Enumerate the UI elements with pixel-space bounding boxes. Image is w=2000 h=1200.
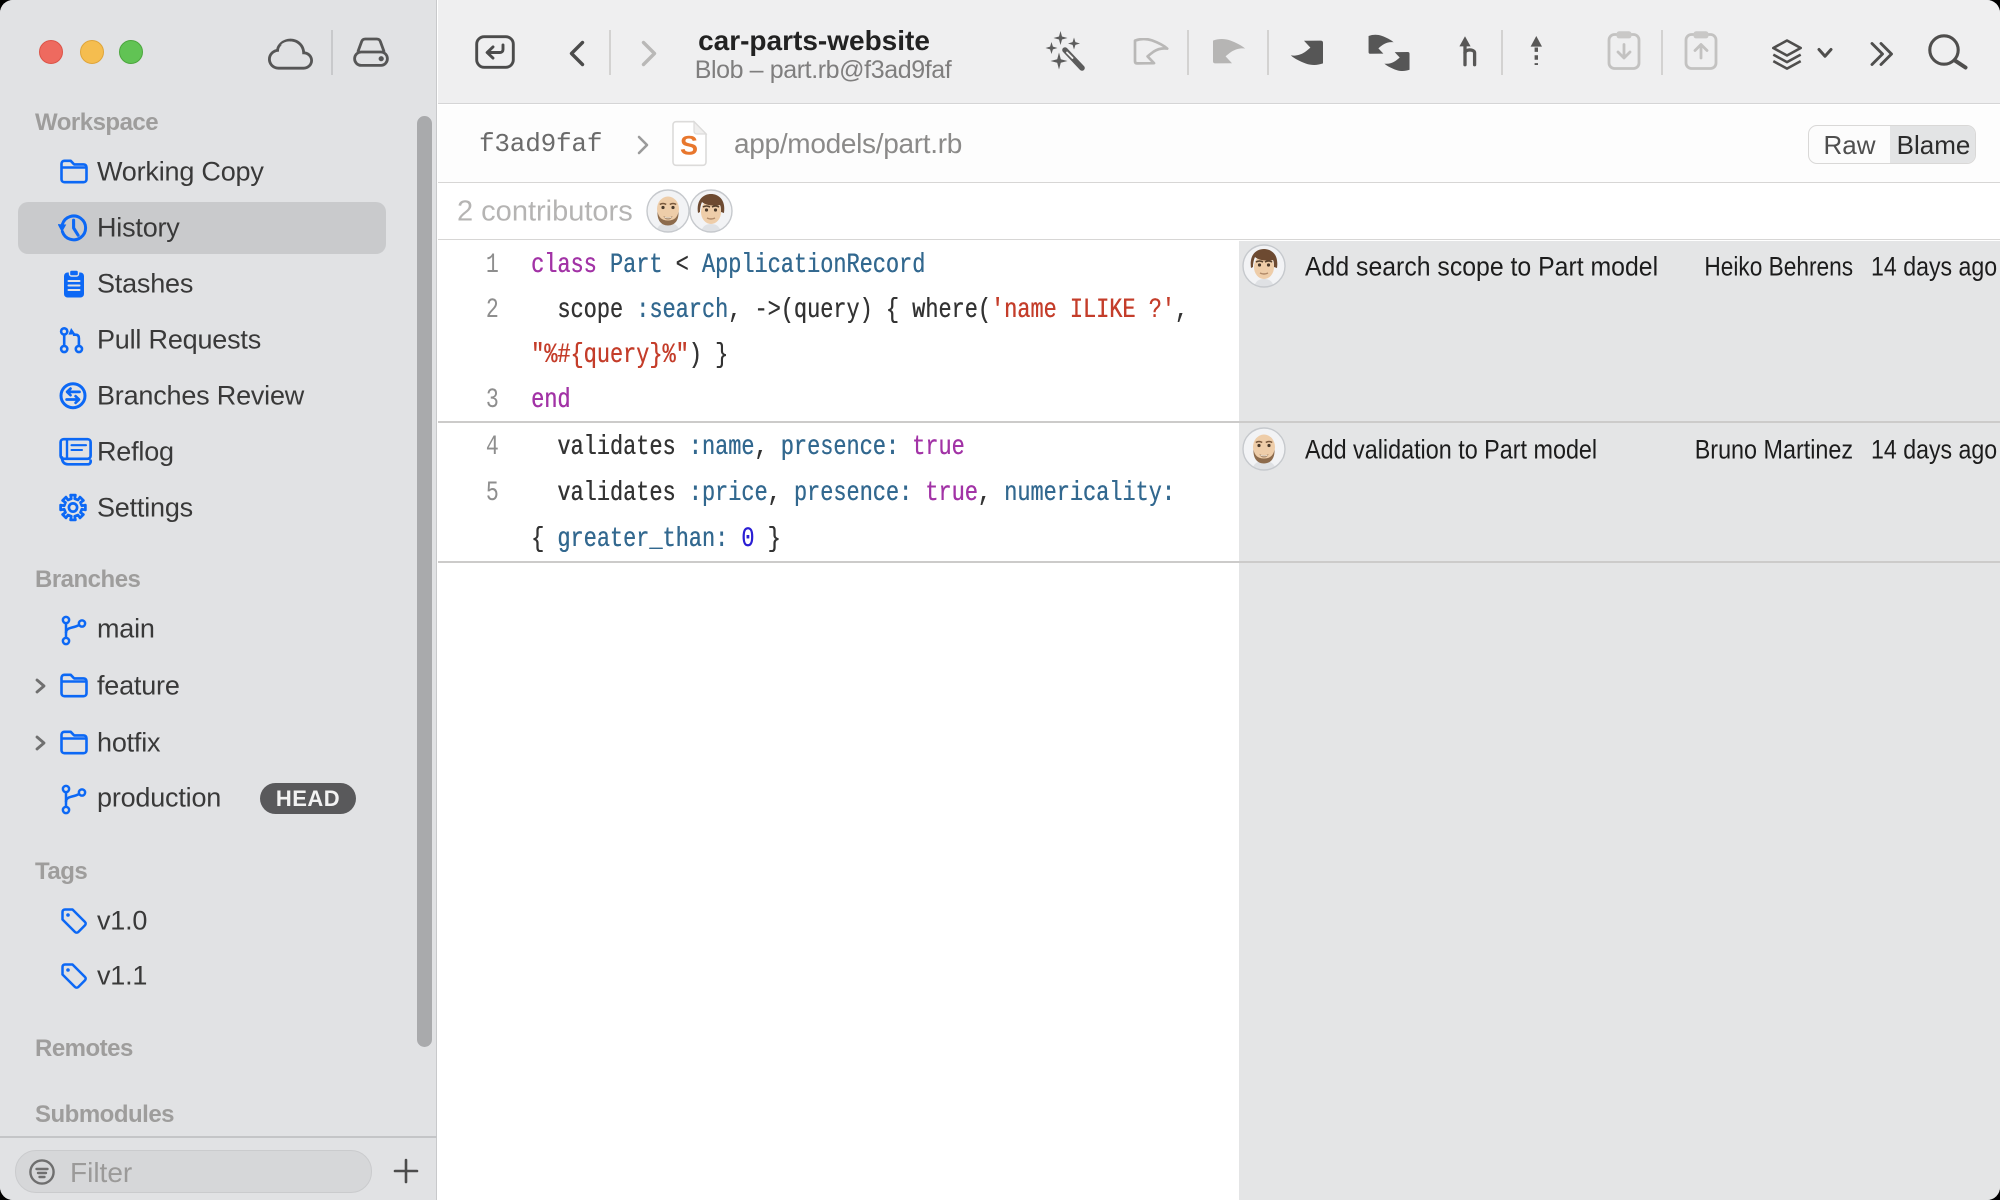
- svg-text:S: S: [680, 131, 698, 161]
